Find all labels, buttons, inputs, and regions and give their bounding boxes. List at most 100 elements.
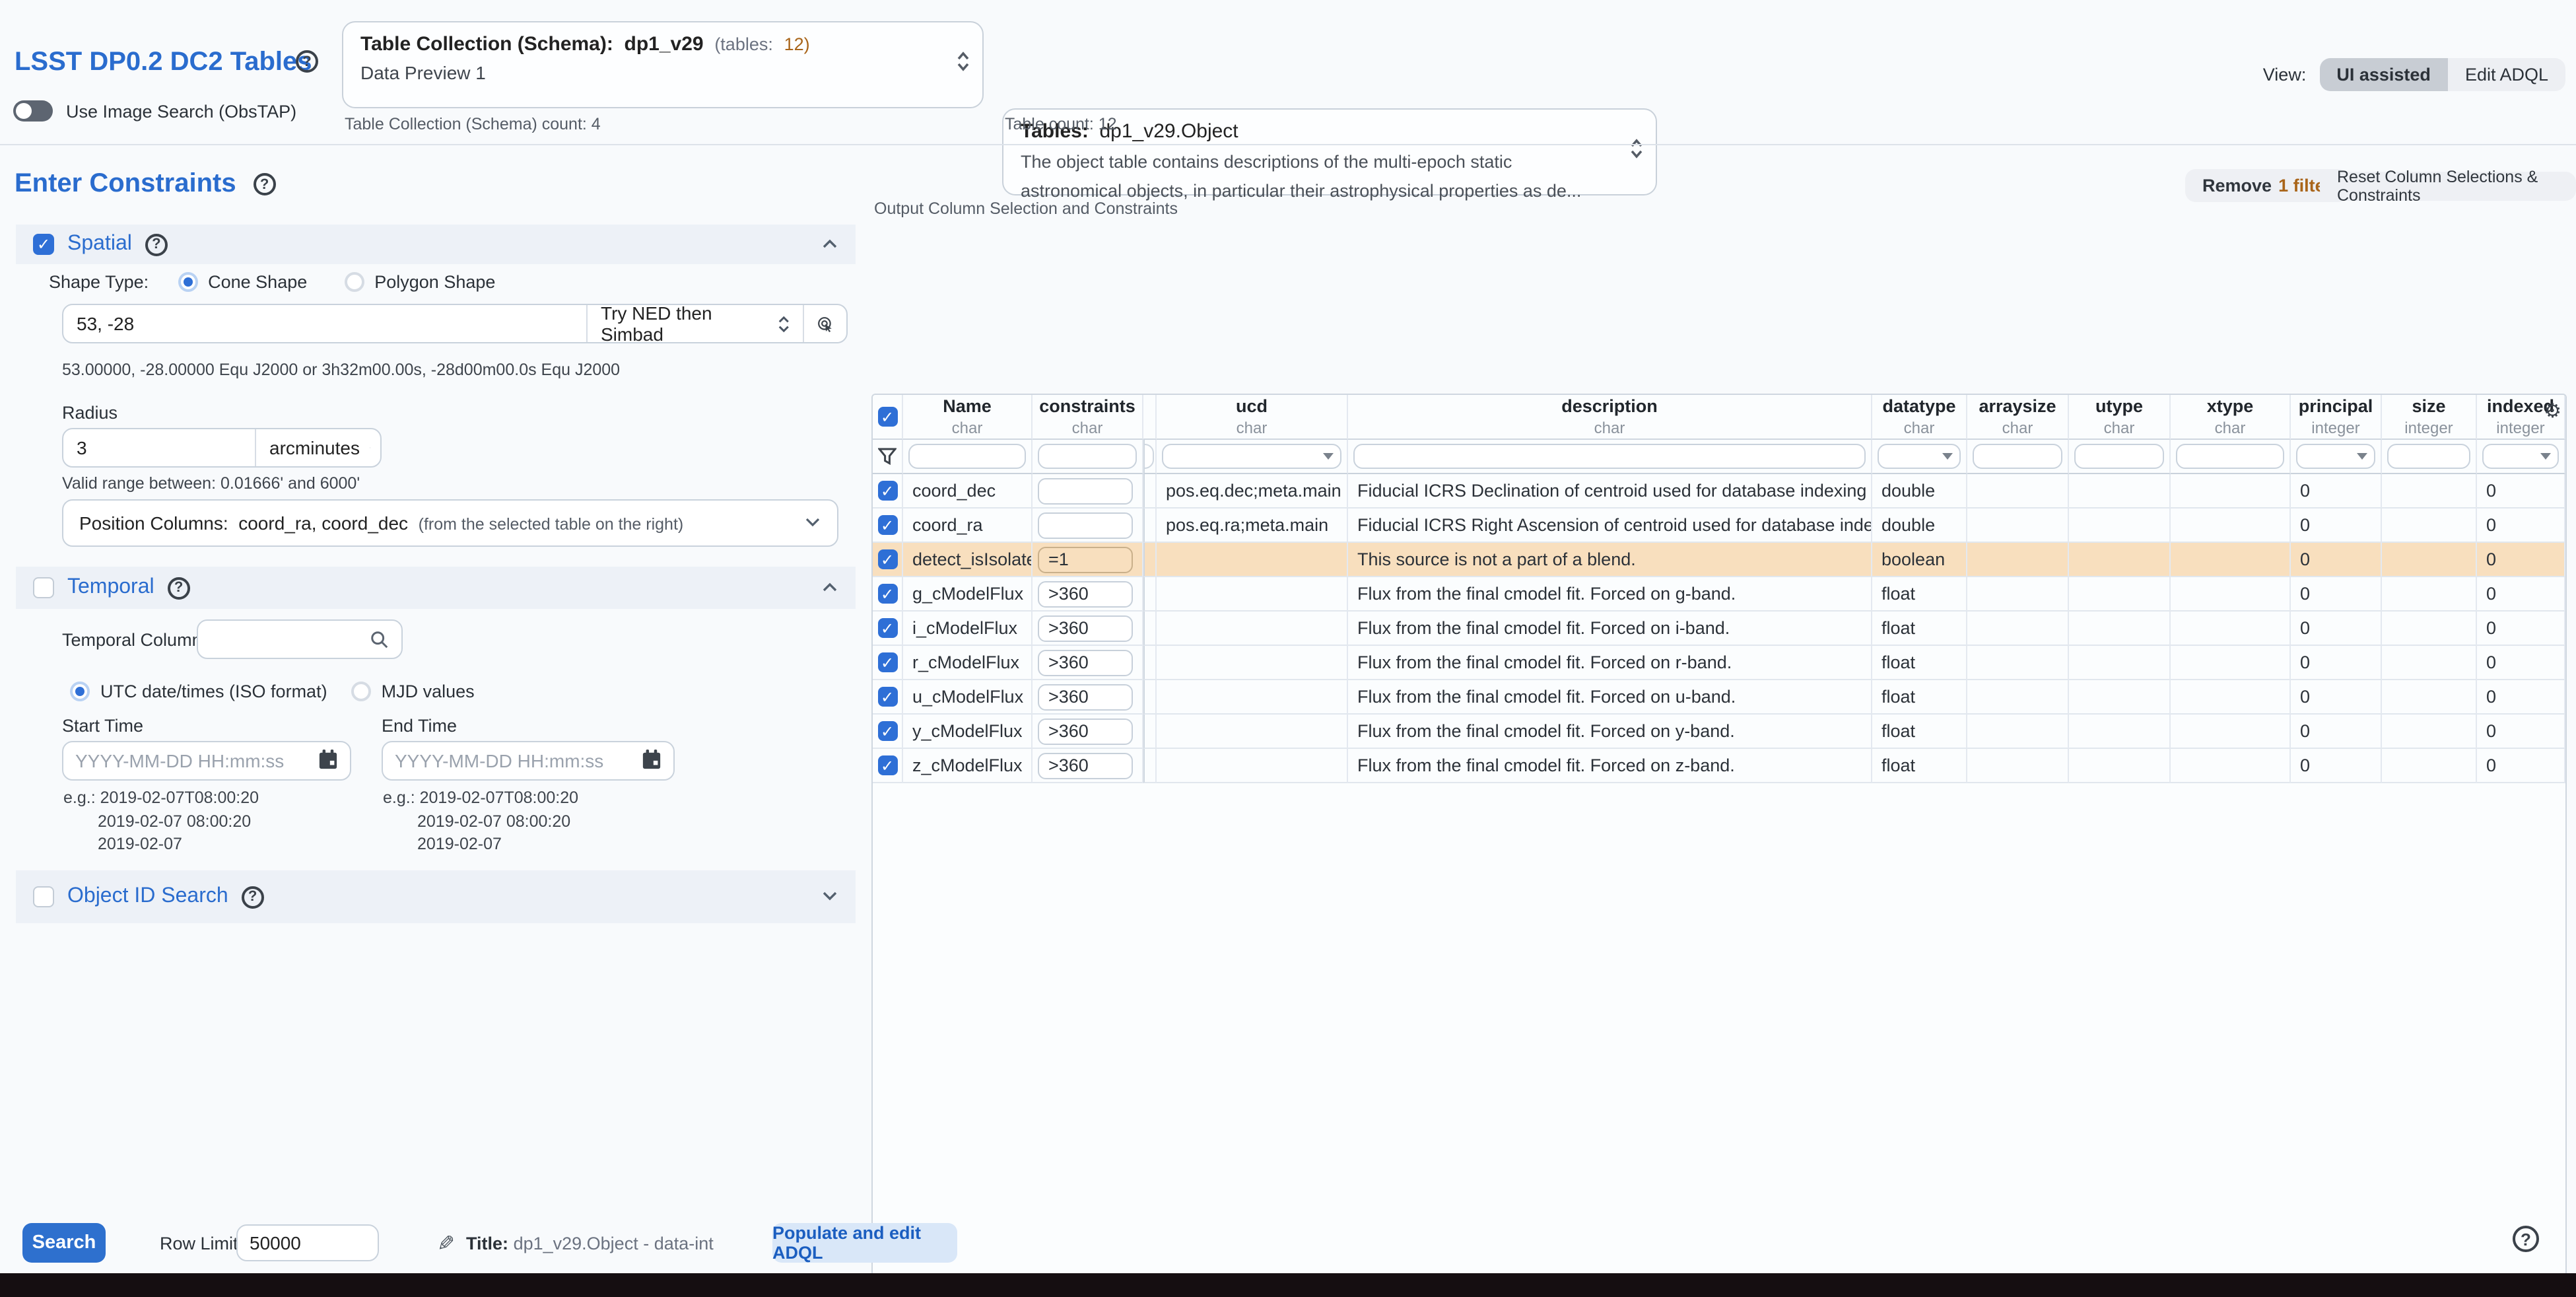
coordinates-input[interactable]: 53, -28 [63, 305, 586, 342]
table-row[interactable]: ✓coord_decpos.eq.dec;meta.mainFiducial I… [873, 474, 2565, 508]
filter-input-constraints[interactable] [1038, 444, 1137, 469]
search-button[interactable]: Search [22, 1223, 106, 1263]
filter-input-datatype[interactable] [1878, 444, 1961, 469]
cone-shape-option[interactable]: Cone Shape [178, 272, 307, 292]
constraints-help-icon[interactable]: ? [254, 173, 276, 195]
table-row[interactable]: ✓g_cModelFlux>360Flux from the final cmo… [873, 577, 2565, 612]
radius-unit-select[interactable]: arcminutes [256, 429, 380, 466]
table-row[interactable]: ✓z_cModelFlux>360Flux from the final cmo… [873, 749, 2565, 783]
column-header-size[interactable]: sizeinteger [2382, 395, 2477, 440]
constraint-input[interactable]: =1 [1038, 546, 1133, 573]
row-select-cell[interactable]: ✓ [873, 508, 903, 543]
filter-input-description[interactable] [1353, 444, 1866, 469]
constraint-input[interactable]: >360 [1038, 684, 1133, 710]
filter-input-utype[interactable] [2074, 444, 2164, 469]
chevron-down-icon[interactable] [821, 885, 838, 909]
utc-option[interactable]: UTC date/times (ISO format) [70, 682, 327, 701]
title-help-icon[interactable]: ? [296, 50, 318, 73]
filter-input-xtype[interactable] [2176, 444, 2284, 469]
column-header-datatype[interactable]: datatypechar [1872, 395, 1967, 440]
position-columns-select[interactable]: Position Columns: coord_ra, coord_dec (f… [62, 499, 838, 547]
column-header-Name[interactable]: Namechar [903, 395, 1033, 440]
spatial-help-icon[interactable]: ? [145, 233, 168, 256]
column-header-spacer[interactable] [1143, 395, 1157, 440]
row-select-cell[interactable]: ✓ [873, 474, 903, 508]
column-header-utype[interactable]: utypechar [2069, 395, 2171, 440]
object-id-section-header[interactable]: Object ID Search ? [16, 870, 856, 923]
radius-input[interactable]: 3 [63, 429, 255, 466]
row-checkbox[interactable]: ✓ [877, 481, 897, 501]
row-select-cell[interactable]: ✓ [873, 577, 903, 612]
locate-on-image-button[interactable] [804, 305, 846, 342]
footer-help-icon[interactable]: ? [2513, 1226, 2539, 1252]
row-select-cell[interactable]: ✓ [873, 612, 903, 646]
end-time-input[interactable]: YYYY-MM-DD HH:mm:ss [382, 741, 675, 781]
row-checkbox[interactable]: ✓ [877, 515, 897, 535]
temporal-section-header[interactable]: Temporal ? [16, 567, 856, 609]
utc-radio[interactable] [70, 682, 90, 701]
select-all-cell[interactable]: ✓ [873, 395, 903, 440]
row-select-cell[interactable]: ✓ [873, 543, 903, 577]
select-all-checkbox[interactable]: ✓ [877, 407, 897, 427]
row-select-cell[interactable]: ✓ [873, 749, 903, 783]
table-options-gear-icon[interactable]: ⚙ [2544, 402, 2561, 421]
filter-input-indexed[interactable] [2482, 444, 2559, 469]
row-select-cell[interactable]: ✓ [873, 715, 903, 749]
reset-columns-button[interactable]: Reset Column Selections & Constraints [2320, 172, 2576, 201]
row-checkbox[interactable]: ✓ [877, 687, 897, 707]
constraint-input[interactable] [1038, 512, 1133, 538]
filter-input-size[interactable] [2387, 444, 2470, 469]
row-select-cell[interactable]: ✓ [873, 680, 903, 715]
row-checkbox[interactable]: ✓ [877, 584, 897, 604]
row-checkbox[interactable]: ✓ [877, 755, 897, 775]
constraint-input[interactable]: >360 [1038, 752, 1133, 779]
spatial-checkbox[interactable]: ✓ [33, 234, 54, 255]
table-row[interactable]: ✓detect_isIsolated=1This source is not a… [873, 543, 2565, 577]
object-id-checkbox[interactable] [33, 886, 54, 907]
filter-input-arraysize[interactable] [1973, 444, 2062, 469]
polygon-shape-radio[interactable] [344, 272, 364, 292]
mjd-option[interactable]: MJD values [351, 682, 475, 701]
image-search-toggle[interactable] [13, 100, 53, 122]
filter-funnel-cell[interactable] [873, 440, 903, 474]
constraint-input[interactable]: >360 [1038, 649, 1133, 676]
chevron-up-icon[interactable] [821, 232, 838, 256]
table-row[interactable]: ✓u_cModelFlux>360Flux from the final cmo… [873, 680, 2565, 715]
table-row[interactable]: ✓coord_rapos.eq.ra;meta.mainFiducial ICR… [873, 508, 2565, 543]
constraint-input[interactable]: >360 [1038, 580, 1133, 607]
temporal-column-input[interactable] [197, 619, 403, 659]
row-checkbox[interactable]: ✓ [877, 618, 897, 638]
schema-select[interactable]: Table Collection (Schema): dp1_v29 (tabl… [342, 21, 984, 108]
polygon-shape-option[interactable]: Polygon Shape [344, 272, 495, 292]
column-header-xtype[interactable]: xtypechar [2171, 395, 2291, 440]
constraint-input[interactable] [1038, 477, 1133, 504]
row-checkbox[interactable]: ✓ [877, 549, 897, 569]
row-checkbox[interactable]: ✓ [877, 721, 897, 741]
column-header-constraints[interactable]: constraintschar [1033, 395, 1143, 440]
temporal-checkbox[interactable] [33, 577, 54, 598]
filter-input-principal[interactable] [2296, 444, 2375, 469]
column-header-description[interactable]: descriptionchar [1348, 395, 1872, 440]
start-time-input[interactable]: YYYY-MM-DD HH:mm:ss [62, 741, 351, 781]
spatial-section-header[interactable]: ✓ Spatial ? [16, 225, 856, 264]
row-select-cell[interactable]: ✓ [873, 646, 903, 680]
table-row[interactable]: ✓y_cModelFlux>360Flux from the final cmo… [873, 715, 2565, 749]
table-row[interactable]: ✓i_cModelFlux>360Flux from the final cmo… [873, 612, 2565, 646]
constraint-input[interactable]: >360 [1038, 615, 1133, 641]
edit-title-pencil-icon[interactable]: ✎ [437, 1231, 455, 1256]
column-header-principal[interactable]: principalinteger [2291, 395, 2382, 440]
constraint-input[interactable]: >360 [1038, 718, 1133, 744]
filter-input-Name[interactable] [908, 444, 1026, 469]
cone-shape-radio[interactable] [178, 272, 197, 292]
view-option-ui-assisted[interactable]: UI assisted [2319, 58, 2448, 91]
column-header-ucd[interactable]: ucdchar [1157, 395, 1348, 440]
table-row[interactable]: ✓r_cModelFlux>360Flux from the final cmo… [873, 646, 2565, 680]
temporal-help-icon[interactable]: ? [168, 577, 190, 599]
populate-adql-button[interactable]: Populate and edit ADQL [772, 1223, 957, 1263]
calendar-icon[interactable] [318, 748, 338, 773]
row-checkbox[interactable]: ✓ [877, 652, 897, 672]
view-option-edit-adql[interactable]: Edit ADQL [2448, 58, 2565, 91]
calendar-icon[interactable] [642, 748, 661, 773]
object-id-help-icon[interactable]: ? [242, 886, 264, 908]
row-limit-input[interactable]: 50000 [236, 1224, 379, 1261]
